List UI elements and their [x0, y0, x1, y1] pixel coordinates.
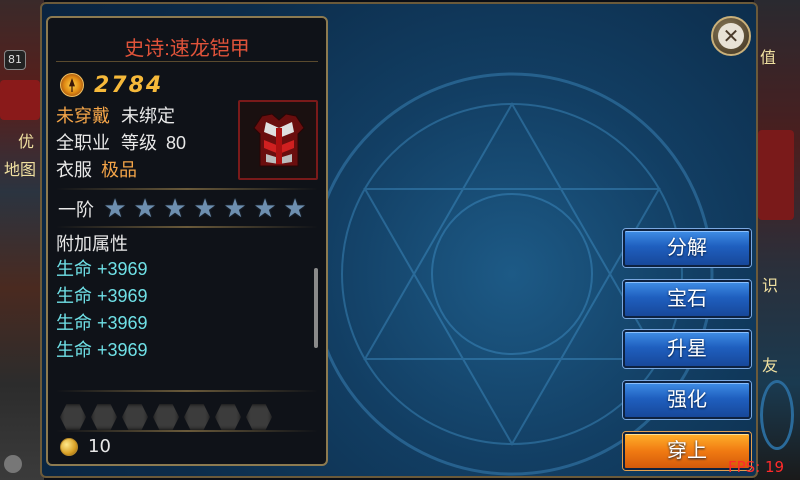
background-label: 优 [18, 134, 35, 151]
divider [56, 188, 318, 190]
gem-slot-icon[interactable] [153, 404, 179, 430]
attribute-item: 生命 +3969 [56, 259, 148, 279]
star-up-button[interactable]: 升星 [623, 330, 751, 368]
level-label: 等级 [121, 133, 158, 153]
equip-status: 未穿戴 [56, 106, 110, 126]
background-decor [758, 130, 794, 220]
gem-slot-row [60, 404, 277, 430]
background-label: 地图 [4, 162, 37, 179]
gem-slot-icon[interactable] [184, 404, 210, 430]
class-requirement: 全职业 [56, 133, 110, 153]
star-icon: ★ [223, 194, 247, 224]
star-icon: ★ [253, 194, 277, 224]
decompose-button[interactable]: 分解 [623, 229, 751, 267]
attribute-item: 生命 +3969 [56, 313, 148, 333]
cost-row: 10 [60, 436, 111, 457]
cost-value: 10 [88, 436, 111, 457]
background-label: 识 [762, 278, 779, 295]
background-scene-left: 81 优 地图 [0, 0, 44, 480]
gem-slot-icon[interactable] [246, 404, 272, 430]
background-decor [0, 80, 40, 120]
status-line: 未穿戴 未绑定 [56, 102, 175, 128]
power-row: 2784 [60, 70, 163, 100]
attribute-item: 生命 +3969 [56, 340, 148, 360]
rank-row: 一阶 ★ ★ ★ ★ ★ ★ ★ [58, 194, 312, 224]
type-line: 衣服 极品 [56, 156, 137, 182]
attribute-list[interactable]: 生命 +3969 生命 +3969 生命 +3969 生命 +3969 [56, 256, 148, 364]
level-badge: 81 [4, 50, 26, 70]
divider [56, 430, 318, 432]
star-icon: ★ [193, 194, 217, 224]
close-button[interactable]: ✕ [711, 16, 751, 56]
requirement-line: 全职业 等级 80 [56, 129, 186, 155]
quality-label: 极品 [101, 160, 138, 180]
attributes-title: 附加属性 [56, 234, 128, 254]
star-icon: ★ [283, 194, 307, 224]
item-icon-slot[interactable] [238, 100, 318, 180]
star-icon: ★ [133, 194, 157, 224]
background-decor [4, 455, 22, 473]
divider [56, 226, 318, 228]
coin-icon [60, 437, 78, 456]
power-icon [60, 73, 84, 97]
gem-slot-icon[interactable] [215, 404, 241, 430]
item-title-bar: 史诗:速龙铠甲 [56, 26, 318, 62]
item-info-card: 史诗:速龙铠甲 2784 未穿戴 未绑定 全职业 等级 80 衣服 极品 一阶 … [46, 16, 328, 466]
gem-slot-icon[interactable] [91, 404, 117, 430]
star-icon: ★ [163, 194, 187, 224]
gem-slot-icon[interactable] [60, 404, 86, 430]
background-scene-right: 值 识 友 [754, 0, 800, 480]
background-label: 值 [760, 50, 777, 67]
attribute-item: 生命 +3969 [56, 286, 148, 306]
background-label: 友 [762, 358, 779, 375]
bind-status: 未绑定 [121, 106, 176, 126]
power-value: 2784 [94, 72, 164, 98]
background-decor [760, 380, 794, 450]
gem-button[interactable]: 宝石 [623, 280, 751, 318]
star-icon: ★ [103, 194, 127, 224]
slot-type: 衣服 [56, 160, 92, 180]
armor-icon [253, 113, 305, 167]
divider [56, 390, 318, 392]
close-icon: ✕ [718, 23, 744, 49]
attributes-scrollbar[interactable] [314, 268, 318, 348]
item-name: 史诗:速龙铠甲 [124, 38, 250, 60]
gem-slot-icon[interactable] [122, 404, 148, 430]
rank-label: 一阶 [58, 200, 94, 220]
enhance-button[interactable]: 强化 [623, 381, 751, 419]
level-value: 80 [166, 133, 187, 153]
fps-counter: FPS: 19 [728, 458, 785, 476]
